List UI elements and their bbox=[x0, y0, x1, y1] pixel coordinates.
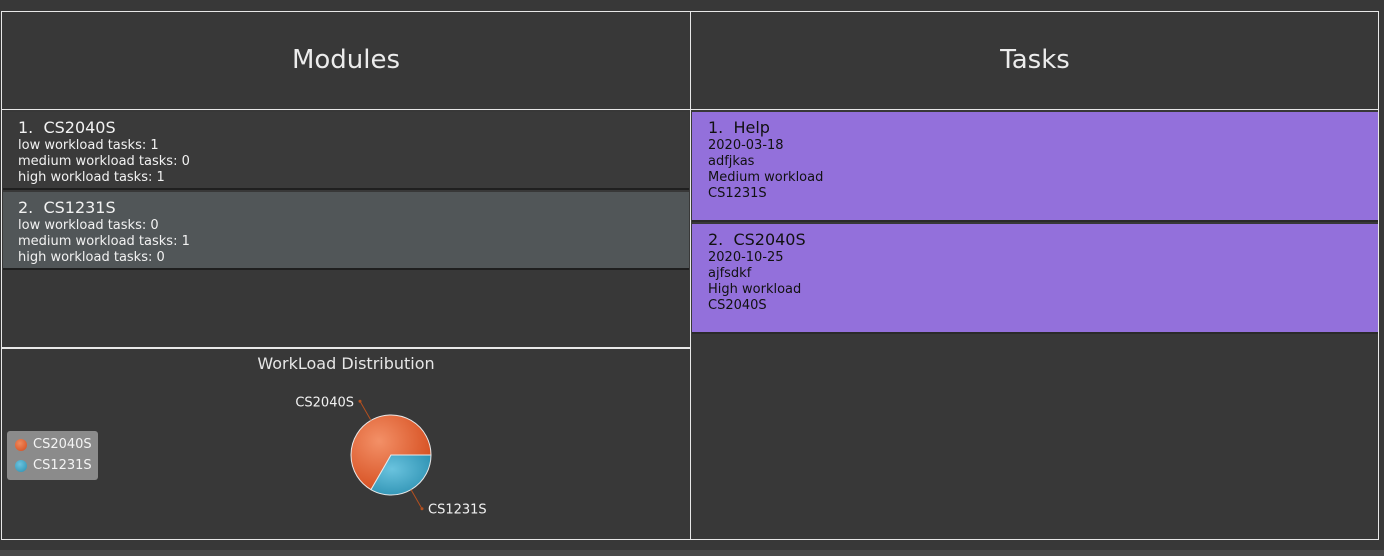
module-index: 1. bbox=[18, 118, 34, 137]
module-low-count: low workload tasks: 0 bbox=[18, 218, 159, 233]
status-bar bbox=[0, 550, 1384, 556]
module-card-cs2040s[interactable]: 1. CS2040S low workload tasks: 1 medium … bbox=[3, 112, 689, 190]
module-high-count: high workload tasks: 1 bbox=[18, 170, 165, 185]
task-title: 2. CS2040S bbox=[708, 230, 1378, 250]
tasks-panel: Tasks 1. Help 2020-03-18 adfjkas Medium … bbox=[690, 11, 1379, 540]
task-workload: High workload bbox=[708, 282, 802, 297]
task-date: 2020-10-25 bbox=[708, 250, 784, 265]
tasks-title: Tasks bbox=[1000, 45, 1070, 75]
module-code: CS2040S bbox=[43, 118, 116, 137]
module-index: 2. bbox=[18, 198, 34, 217]
pie-leader-line bbox=[359, 401, 372, 421]
workload-chart-panel: WorkLoad Distribution CS2040S CS1231S CS… bbox=[1, 347, 691, 540]
modules-title: Modules bbox=[291, 45, 401, 75]
module-high-count: high workload tasks: 0 bbox=[18, 250, 165, 265]
module-medium-count: medium workload tasks: 1 bbox=[18, 234, 190, 249]
task-name: Help bbox=[733, 118, 770, 137]
module-title: 1. CS2040S bbox=[18, 118, 689, 138]
pie-label-cs2040s: CS2040S bbox=[295, 395, 354, 410]
task-description: adfjkas bbox=[708, 154, 755, 169]
pie-leader-line bbox=[410, 489, 423, 509]
task-card-cs2040s[interactable]: 2. CS2040S 2020-10-25 ajfsdkf High workl… bbox=[692, 224, 1378, 334]
task-module: CS1231S bbox=[708, 186, 767, 201]
modules-header: Modules bbox=[1, 11, 691, 110]
tasks-header: Tasks bbox=[691, 11, 1379, 110]
pie-label-cs1231s: CS1231S bbox=[428, 503, 487, 518]
task-card-help[interactable]: 1. Help 2020-03-18 adfjkas Medium worklo… bbox=[692, 112, 1378, 222]
module-low-count: low workload tasks: 1 bbox=[18, 138, 159, 153]
pie-leader-dot bbox=[420, 507, 424, 511]
task-index: 1. bbox=[708, 118, 724, 137]
task-workload: Medium workload bbox=[708, 170, 824, 185]
module-medium-count: medium workload tasks: 0 bbox=[18, 154, 190, 169]
modules-panel: Modules 1. CS2040S low workload tasks: 1… bbox=[1, 11, 691, 540]
task-name: CS2040S bbox=[733, 230, 806, 249]
task-module: CS2040S bbox=[708, 298, 767, 313]
pie-chart: CS2040S CS1231S bbox=[295, 395, 487, 518]
module-title: 2. CS1231S bbox=[18, 198, 689, 218]
task-description: ajfsdkf bbox=[708, 266, 752, 281]
pie-leader-dot bbox=[358, 399, 362, 403]
task-title: 1. Help bbox=[708, 118, 1378, 138]
task-index: 2. bbox=[708, 230, 724, 249]
task-date: 2020-03-18 bbox=[708, 138, 784, 153]
module-card-cs1231s[interactable]: 2. CS1231S low workload tasks: 0 medium … bbox=[3, 192, 689, 270]
module-code: CS1231S bbox=[43, 198, 116, 217]
